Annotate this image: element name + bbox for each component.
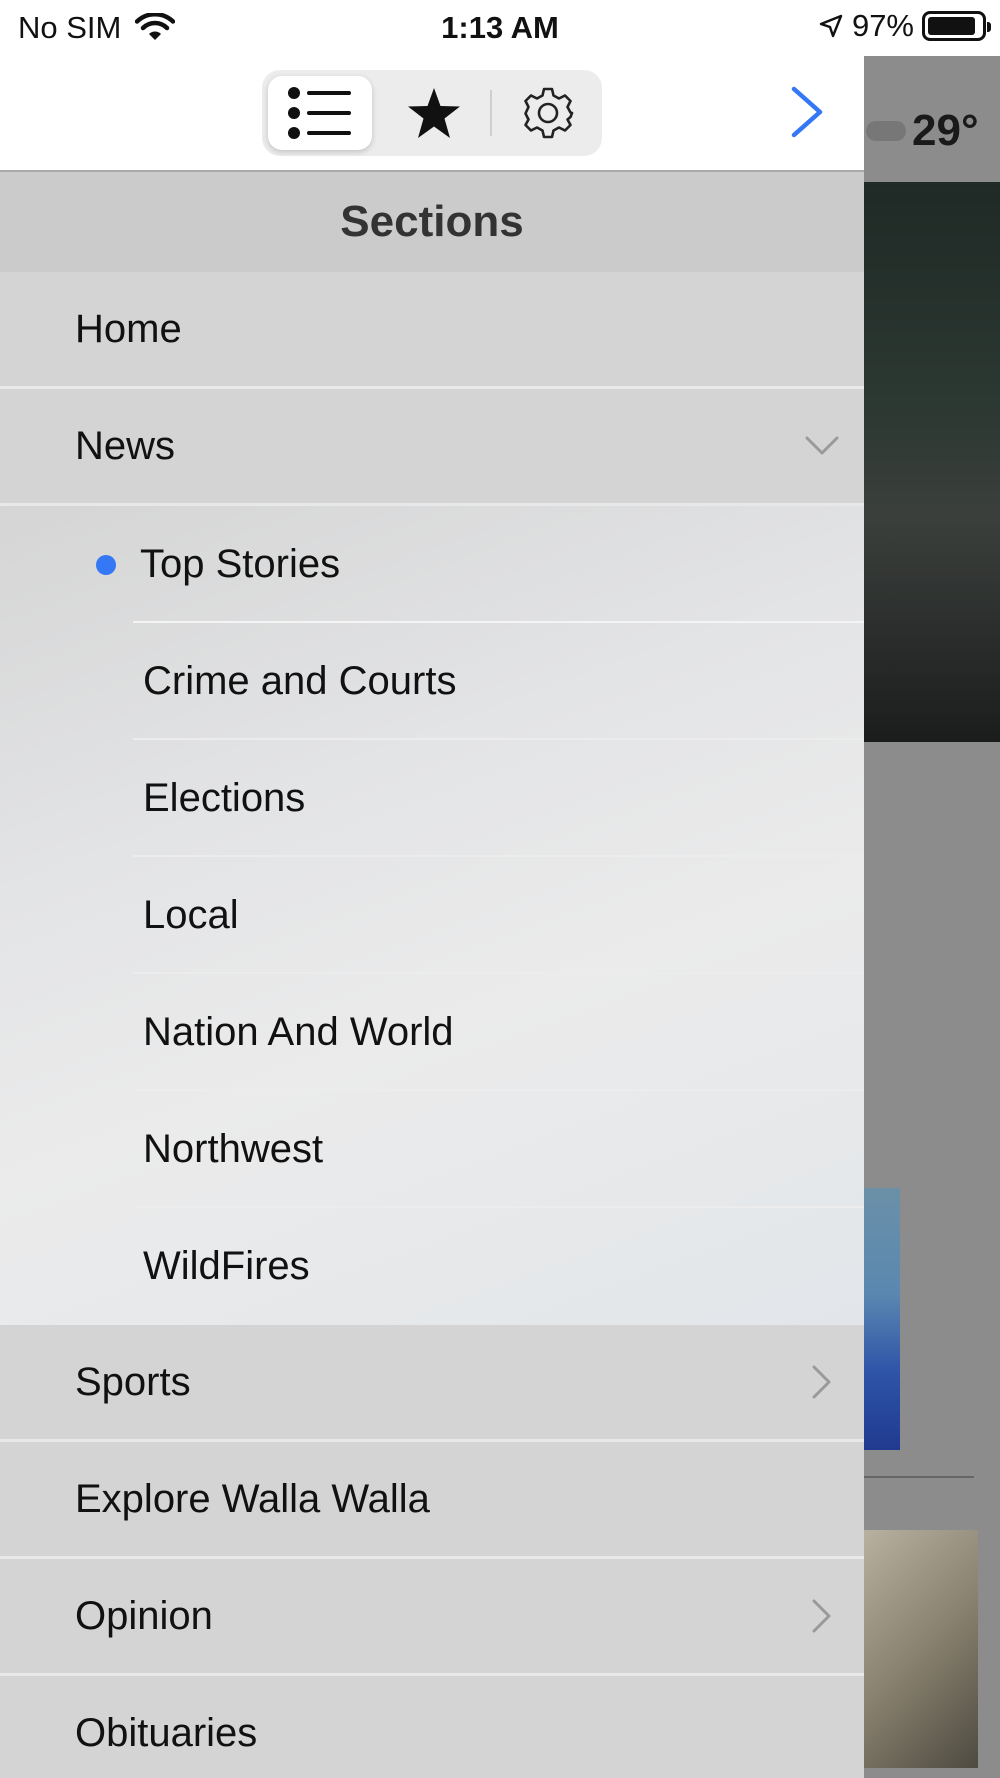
- location-arrow-icon: [819, 14, 843, 38]
- sections-title: Sections: [0, 172, 864, 272]
- story-image[interactable]: [864, 182, 1000, 742]
- section-label: Explore Walla Walla: [75, 1476, 430, 1521]
- weather-widget[interactable]: 29°: [864, 96, 1000, 166]
- section-item-explore-walla-walla[interactable]: Explore Walla Walla: [0, 1442, 864, 1559]
- drawer-toolbar: [0, 56, 864, 172]
- subsection-item-top-stories[interactable]: Top Stories: [0, 506, 864, 623]
- star-icon: [408, 88, 460, 138]
- story-image-2[interactable]: [864, 1530, 978, 1768]
- status-bar: No SIM 1:13 AM 97%: [0, 0, 1000, 56]
- subsection-item-nation-and-world[interactable]: Nation And World: [0, 974, 864, 1091]
- chevron-right-icon[interactable]: [802, 1596, 842, 1636]
- subsection-label: Crime and Courts: [143, 659, 457, 703]
- sections-list: Home News Top Stories Crime and Courts E…: [0, 272, 864, 1778]
- selected-indicator: [96, 554, 116, 575]
- section-label: Obituaries: [75, 1710, 258, 1755]
- segmented-control: [262, 70, 602, 156]
- divider: [864, 1476, 974, 1478]
- sections-drawer: Sections Home News Top Stories Crime and…: [0, 56, 864, 1778]
- subsection-label: Elections: [143, 776, 306, 820]
- chevron-right-icon: [791, 86, 823, 138]
- battery-percent: 97%: [851, 8, 914, 43]
- chevron-right-icon[interactable]: [802, 1362, 842, 1402]
- list-icon: [288, 87, 351, 139]
- temperature-label: 29°: [912, 106, 979, 155]
- section-item-home[interactable]: Home: [0, 272, 864, 389]
- close-drawer-button[interactable]: [782, 82, 832, 142]
- subsection-label: Nation And World: [143, 1010, 454, 1054]
- story-thumbnail[interactable]: [864, 1188, 900, 1450]
- section-item-obituaries[interactable]: Obituaries: [0, 1676, 864, 1778]
- section-item-sports[interactable]: Sports: [0, 1325, 864, 1442]
- subsection-label: Northwest: [143, 1127, 324, 1171]
- section-item-opinion[interactable]: Opinion: [0, 1559, 864, 1676]
- segment-sections[interactable]: [268, 76, 372, 150]
- section-item-news[interactable]: News: [0, 389, 864, 506]
- chevron-down-icon[interactable]: [802, 426, 842, 466]
- cloud-icon: [866, 121, 906, 141]
- status-right: 97%: [818, 8, 991, 44]
- subsection-label: WildFires: [143, 1244, 310, 1288]
- section-label: Home: [75, 306, 182, 351]
- segment-settings[interactable]: [496, 76, 600, 150]
- segment-favorites[interactable]: [382, 76, 486, 150]
- section-label: Opinion: [75, 1593, 213, 1638]
- subsection-item-northwest[interactable]: Northwest: [0, 1091, 864, 1208]
- subsection-item-crime-and-courts[interactable]: Crime and Courts: [0, 623, 864, 740]
- section-label: News: [75, 423, 176, 468]
- gear-icon: [524, 87, 574, 139]
- subsection-label: Local: [143, 893, 239, 937]
- background-page: 29°: [864, 56, 1000, 1778]
- segment-divider: [490, 90, 492, 136]
- subsection-item-wildfires[interactable]: WildFires: [0, 1208, 864, 1325]
- subsection-item-local[interactable]: Local: [0, 857, 864, 974]
- subsection-label: Top Stories: [140, 542, 341, 586]
- battery-icon: [922, 11, 991, 41]
- section-label: Sports: [75, 1359, 191, 1404]
- subsection-item-elections[interactable]: Elections: [0, 740, 864, 857]
- news-subsections: Top Stories Crime and Courts Elections L…: [0, 506, 864, 1325]
